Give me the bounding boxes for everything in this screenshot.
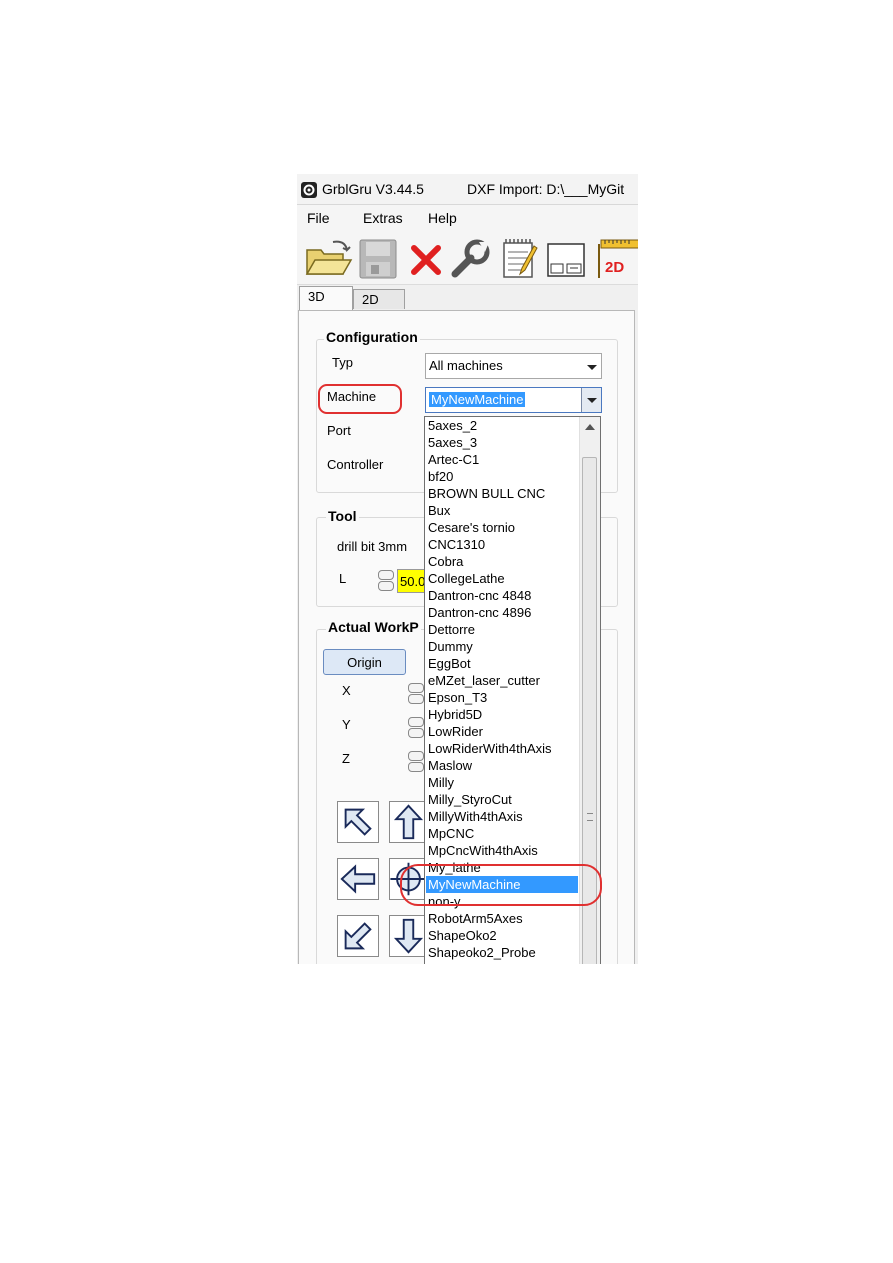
jog-down-left-arrow-icon[interactable]	[337, 915, 379, 957]
app-logo-icon	[301, 182, 317, 198]
delete-x-icon[interactable]	[409, 238, 443, 280]
dropdown-item[interactable]: Dettorre	[426, 621, 578, 638]
chevron-down-icon	[587, 365, 597, 370]
machine-label: Machine	[327, 389, 377, 404]
port-label: Port	[327, 423, 351, 438]
window-icon[interactable]	[545, 238, 587, 280]
length-spin-down[interactable]	[378, 581, 394, 591]
z-spin-up[interactable]	[408, 751, 424, 761]
app-window: GrblGru V3.44.5 DXF Import: D:\___MyGit …	[297, 174, 638, 964]
dropdown-item[interactable]: ShapeOko2	[426, 927, 578, 944]
window-title: GrblGru V3.44.5	[322, 181, 424, 197]
dropdown-item[interactable]: Cesare's tornio	[426, 519, 578, 536]
y-spin-down[interactable]	[408, 728, 424, 738]
controller-label: Controller	[327, 457, 384, 472]
tool-title: Tool	[326, 508, 359, 524]
save-disk-icon[interactable]	[357, 238, 399, 280]
dropdown-item[interactable]: MillyWith4thAxis	[426, 808, 578, 825]
dropdown-item[interactable]: EggBot	[426, 655, 578, 672]
menu-file[interactable]: File	[307, 210, 330, 226]
dropdown-item[interactable]: 5axes_3	[426, 434, 578, 451]
dropdown-item[interactable]: Maslow	[426, 757, 578, 774]
title-bar: GrblGru V3.44.5 DXF Import: D:\___MyGit	[297, 174, 638, 205]
open-folder-icon[interactable]	[303, 238, 353, 280]
typ-select[interactable]: All machines	[425, 353, 602, 379]
window-subtitle: DXF Import: D:\___MyGit	[467, 181, 625, 197]
dropdown-item[interactable]: Milly	[426, 774, 578, 791]
dropdown-item[interactable]: Artec-C1	[426, 451, 578, 468]
dropdown-item[interactable]: MpCncWith4thAxis	[426, 842, 578, 859]
dropdown-item[interactable]: Milly_StyroCut	[426, 791, 578, 808]
dropdown-item[interactable]: Hybrid5D	[426, 706, 578, 723]
dropdown-item[interactable]: Shapeoko2_Probe	[426, 944, 578, 961]
dropdown-item[interactable]: eMZet_laser_cutter	[426, 672, 578, 689]
wrench-icon[interactable]	[449, 238, 493, 280]
machine-dropdown-button[interactable]	[581, 388, 601, 412]
highlight-selected-machine	[400, 864, 602, 906]
dropdown-item[interactable]: Cobra	[426, 553, 578, 570]
x-spin-down[interactable]	[408, 694, 424, 704]
dropdown-item[interactable]: LowRider	[426, 723, 578, 740]
configuration-title: Configuration	[324, 329, 420, 345]
dropdown-item[interactable]: CNC1310	[426, 536, 578, 553]
z-spin-down[interactable]	[408, 762, 424, 772]
y-spin-up[interactable]	[408, 717, 424, 727]
dropdown-item[interactable]: CollegeLathe	[426, 570, 578, 587]
toolbar: 2D	[297, 232, 638, 285]
tab-2d[interactable]: 2D	[353, 289, 405, 309]
dropdown-item[interactable]: Dummy	[426, 638, 578, 655]
menu-extras[interactable]: Extras	[363, 210, 403, 226]
notepad-icon[interactable]	[500, 238, 540, 280]
dropdown-item[interactable]: Bux	[426, 502, 578, 519]
length-spin-up[interactable]	[378, 570, 394, 580]
scroll-up-icon[interactable]	[585, 424, 595, 430]
axis-x-label: X	[342, 683, 351, 698]
jog-up-arrow-icon[interactable]	[389, 801, 427, 843]
workpiece-title: Actual WorkP	[326, 619, 421, 635]
length-input[interactable]: 50.0	[397, 569, 427, 593]
machine-select[interactable]: MyNewMachine	[425, 387, 602, 413]
chevron-down-icon	[587, 398, 597, 403]
dropdown-item[interactable]: Dantron-cnc 4848	[426, 587, 578, 604]
dropdown-item[interactable]: Dantron-cnc 4896	[426, 604, 578, 621]
ruler-2d-label: 2D	[605, 259, 624, 276]
jog-left-arrow-icon[interactable]	[337, 858, 379, 900]
dropdown-item[interactable]: Epson_T3	[426, 689, 578, 706]
machine-value: MyNewMachine	[429, 392, 526, 407]
jog-down-arrow-icon[interactable]	[389, 915, 427, 957]
menu-bar: File Extras Help	[297, 205, 638, 232]
typ-label: Typ	[332, 355, 353, 370]
dropdown-item[interactable]: LowRiderWith4thAxis	[426, 740, 578, 757]
x-spin-up[interactable]	[408, 683, 424, 693]
axis-y-label: Y	[342, 717, 351, 732]
dropdown-item[interactable]: MpCNC	[426, 825, 578, 842]
length-label: L	[339, 571, 347, 586]
dropdown-item[interactable]: bf20	[426, 468, 578, 485]
tab-3d[interactable]: 3D	[299, 286, 353, 311]
dropdown-item[interactable]: RobotArm5Axes	[426, 910, 578, 927]
menu-help[interactable]: Help	[428, 210, 457, 226]
jog-up-left-arrow-icon[interactable]	[337, 801, 379, 843]
tab-bar: 3D 2D	[297, 286, 638, 311]
dropdown-item[interactable]: 5axes_2	[426, 417, 578, 434]
axis-z-label: Z	[342, 751, 350, 766]
tool-select[interactable]: drill bit 3mm	[334, 533, 424, 561]
dropdown-item[interactable]: Shapeoko2_Tool	[426, 961, 578, 964]
dropdown-item[interactable]: BROWN BULL CNC	[426, 485, 578, 502]
2d-ruler-icon[interactable]: 2D	[595, 238, 638, 280]
origin-button[interactable]: Origin	[323, 649, 406, 675]
